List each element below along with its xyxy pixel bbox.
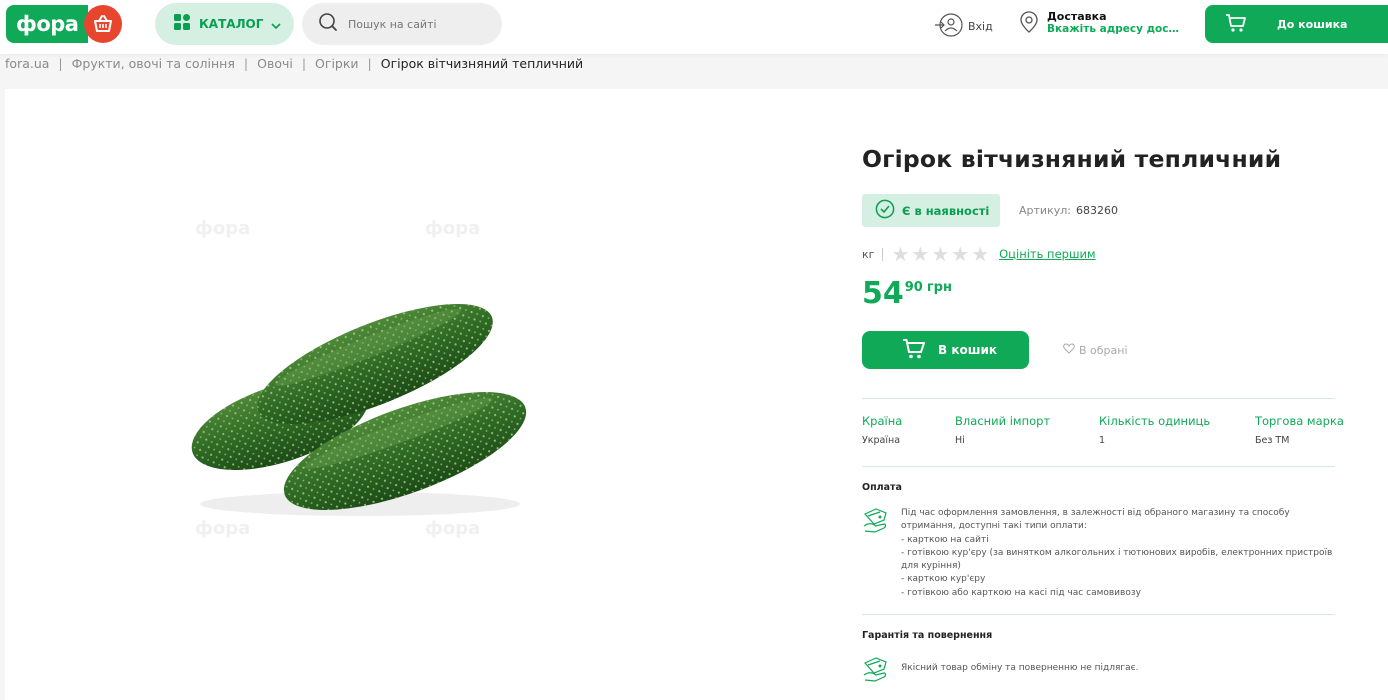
basket-logo-icon	[84, 5, 123, 43]
heart-icon	[1063, 343, 1075, 357]
login-button[interactable]: Вхід	[934, 12, 993, 41]
in-stock-badge: Є в наявності	[862, 194, 1000, 227]
attribute-label: Країна	[862, 414, 903, 428]
attribute-value: Без ТМ	[1255, 435, 1290, 446]
attribute-country: Країна Україна	[862, 414, 902, 446]
payment-info-icon	[862, 506, 890, 540]
payment-description: Під час оформлення замовлення, в залежно…	[901, 507, 1341, 600]
login-label: Вхід	[968, 20, 993, 33]
payment-line: отримання, доступні такі типи оплати:	[901, 521, 1087, 532]
attribute-value: Ні	[955, 435, 965, 446]
guarantee-title: Гарантія та повернення	[862, 630, 993, 641]
breadcrumb-separator: |	[367, 56, 372, 71]
attribute-value: Україна	[862, 435, 901, 446]
payment-line: для куріння)	[901, 561, 961, 572]
product-price: 54 90 грн	[862, 277, 952, 311]
price-currency: грн	[926, 280, 952, 295]
add-to-favorites-button[interactable]: В обрані	[1063, 343, 1128, 357]
payment-line: - карткою на сайті	[901, 534, 989, 545]
site-header: фора КАТАЛОГ Пошук на сайті Вхід Доставк…	[0, 0, 1388, 54]
attribute-brand: Торгова марка Без ТМ	[1255, 414, 1344, 446]
attribute-label: Власний імпорт	[955, 414, 1051, 428]
payment-line: Під час оформлення замовлення, в залежно…	[901, 508, 1290, 518]
delivery-title: Доставка	[1047, 10, 1107, 23]
divider	[862, 466, 1335, 467]
attribute-label: Кількість одиниць	[1099, 414, 1211, 428]
catalog-label: КАТАЛОГ	[199, 17, 264, 31]
article-label: Артикул:	[1019, 204, 1071, 217]
article-value: 683260	[1075, 204, 1118, 217]
chevron-down-icon	[271, 15, 281, 34]
location-pin-icon	[1019, 10, 1039, 38]
delivery-address-link[interactable]: Вкажіть адресу доставки	[1047, 23, 1183, 35]
check-circle-icon	[875, 199, 895, 223]
cart-label: До кошика	[1277, 17, 1348, 31]
product-attributes: Країна Україна Власний імпорт Ні Кількіс…	[862, 414, 1344, 454]
unit-label: кг	[862, 247, 884, 261]
divider	[862, 614, 1335, 615]
add-to-cart-label: В кошик	[938, 343, 998, 357]
attribute-label: Торгова марка	[1255, 414, 1344, 428]
article-number: Артикул: 683260	[1019, 204, 1118, 217]
star-icon[interactable]: ★	[951, 244, 969, 264]
favorites-label: В обрані	[1079, 343, 1128, 357]
star-icon[interactable]: ★	[931, 244, 949, 264]
star-icon[interactable]: ★	[891, 244, 909, 264]
product-panel: фора фора фора фора Огірок вітчизняний т…	[5, 89, 1388, 700]
product-image[interactable]: фора фора фора фора	[185, 214, 535, 554]
star-icon[interactable]: ★	[911, 244, 929, 264]
star-icon[interactable]: ★	[971, 244, 989, 264]
payment-title: Оплата	[862, 482, 902, 493]
logo[interactable]: фора	[6, 5, 123, 43]
payment-line: - готівкою кур'єру (за винятком алкоголь…	[901, 547, 1333, 558]
rating-row: кг ★ ★ ★ ★ ★ Оцініть першим	[862, 244, 1096, 264]
cart-icon	[902, 338, 926, 363]
breadcrumb-item-cucumbers[interactable]: Огірки	[315, 56, 359, 71]
breadcrumb-current: Огірок вітчизняний тепличний	[380, 56, 584, 71]
price-decimal: 90	[904, 280, 923, 295]
grid-icon	[173, 13, 191, 35]
payment-line: - карткою кур'єру	[901, 574, 986, 585]
cart-icon	[1225, 13, 1247, 36]
product-title: Огірок вітчизняний тепличний	[862, 145, 1282, 173]
search-input[interactable]	[348, 17, 488, 31]
logo-text: фора	[6, 5, 89, 43]
login-icon	[934, 12, 964, 41]
divider	[862, 398, 1335, 399]
breadcrumb-item-fruits-vegetables[interactable]: Фрукти, овочі та соління	[72, 56, 235, 71]
breadcrumb-separator: |	[243, 56, 249, 71]
catalog-button[interactable]: КАТАЛОГ	[155, 3, 294, 45]
breadcrumb: fora.ua | Фрукти, овочі та соління | Ово…	[5, 56, 583, 71]
breadcrumb-item-home[interactable]: fora.ua	[5, 56, 49, 71]
price-integer: 54	[862, 276, 904, 311]
attribute-unit-count: Кількість одиниць 1	[1099, 414, 1210, 446]
go-to-cart-button[interactable]: До кошика	[1205, 5, 1388, 43]
breadcrumb-separator: |	[301, 56, 307, 71]
add-to-cart-button[interactable]: В кошик	[862, 331, 1029, 369]
stock-status: Є в наявності	[902, 203, 990, 218]
rate-first-link[interactable]: Оцініть першим	[999, 247, 1096, 261]
search-box	[302, 3, 502, 45]
attribute-value: 1	[1099, 435, 1106, 446]
return-info-icon	[862, 655, 890, 689]
breadcrumb-item-vegetables[interactable]: Овочі	[257, 56, 293, 71]
delivery-selector[interactable]: Доставка Вкажіть адресу доставки	[1019, 10, 1183, 38]
breadcrumb-separator: |	[58, 56, 63, 71]
cucumbers-illustration	[191, 303, 527, 516]
guarantee-description: Якісний товар обміну та поверненню не пі…	[901, 663, 1139, 673]
payment-line: - готівкою або карткою на касі під час с…	[901, 587, 1141, 598]
search-icon[interactable]	[318, 12, 338, 36]
attribute-own-import: Власний імпорт Ні	[955, 414, 1050, 446]
